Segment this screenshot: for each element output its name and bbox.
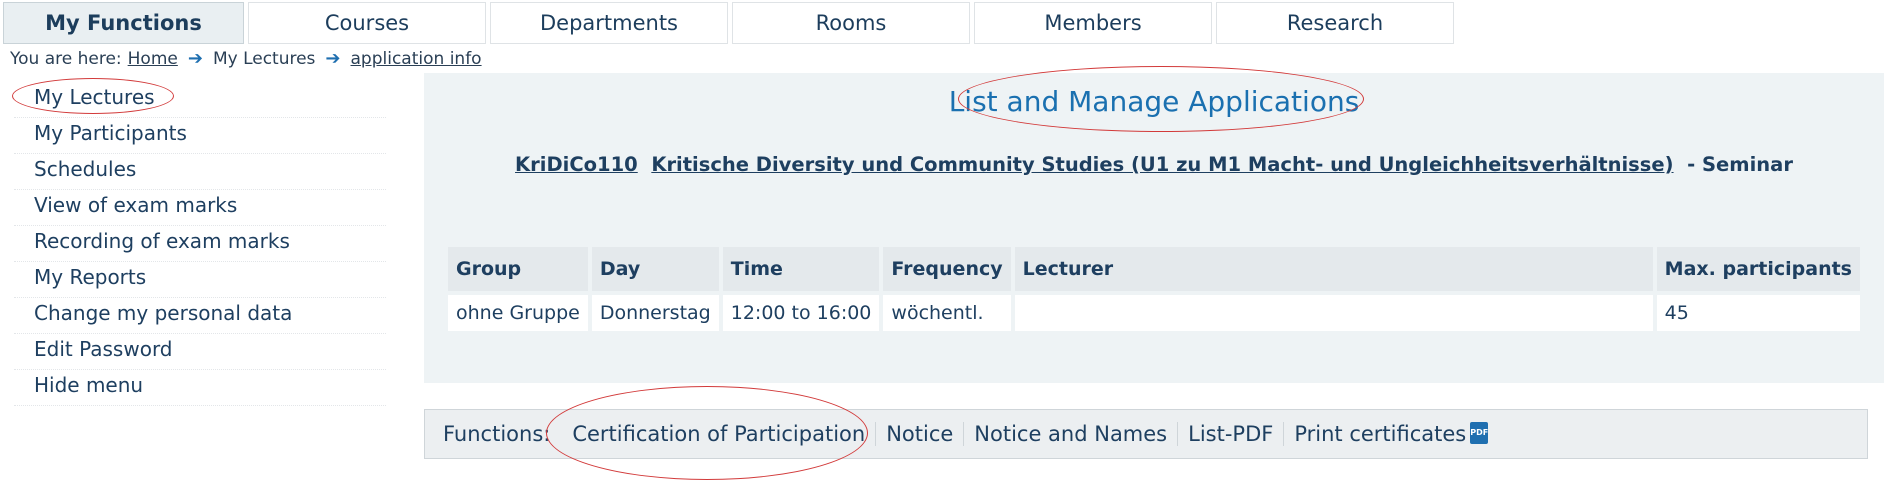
col-header-group: Group [448,247,588,291]
col-header-frequency: Frequency [883,247,1011,291]
cell-frequency: wöchentl. [883,295,1011,331]
course-title-link[interactable]: Kritische Diversity und Community Studie… [651,153,1673,176]
col-header-max-participants: Max. participants [1656,247,1860,291]
cell-group: ohne Gruppe [448,295,588,331]
col-header-day: Day [591,247,719,291]
tab-departments[interactable]: Departments [490,2,728,44]
sidebar-item-recording-exam-marks[interactable]: Recording of exam marks [14,226,386,262]
notice-and-names-link[interactable]: Notice and Names [964,422,1179,446]
course-heading: KriDiCo110 Kritische Diversity und Commu… [424,153,1884,176]
schedule-table: Group Day Time Frequency Lecturer Max. p… [444,243,1864,335]
sidebar-item-view-exam-marks[interactable]: View of exam marks [14,190,386,226]
course-code-link[interactable]: KriDiCo110 [515,153,638,176]
print-certificates-label: Print certificates [1294,422,1467,446]
arrow-right-icon: ➔ [325,48,341,69]
cell-time: 12:00 to 16:00 [722,295,880,331]
certification-of-participation-link[interactable]: Certification of Participation [562,422,877,446]
table-row: ohne Gruppe Donnerstag 12:00 to 16:00 wö… [448,295,1860,331]
breadcrumb-home-link[interactable]: Home [128,49,178,69]
page-title: List and Manage Applications [948,85,1360,118]
tab-my-functions[interactable]: My Functions [3,2,244,44]
functions-label: Functions: [443,422,551,446]
pdf-icon[interactable]: PDF [1470,422,1489,444]
cell-lecturer [1014,295,1653,331]
sidebar-item-change-personal-data[interactable]: Change my personal data [14,298,386,334]
breadcrumb-prefix: You are here: [10,48,122,69]
tab-courses[interactable]: Courses [248,2,486,44]
tab-research[interactable]: Research [1216,2,1454,44]
table-header-row: Group Day Time Frequency Lecturer Max. p… [448,247,1860,291]
list-pdf-link[interactable]: List-PDF [1178,422,1285,446]
arrow-right-icon: ➔ [187,48,203,69]
breadcrumb-my-lectures: My Lectures [212,48,316,69]
sidebar-item-my-reports[interactable]: My Reports [14,262,386,298]
sidebar-menu: My Lectures My Participants Schedules Vi… [14,82,386,406]
tab-members[interactable]: Members [974,2,1212,44]
functions-bar: Functions: Certification of Participatio… [424,409,1868,459]
cell-max-participants: 45 [1656,295,1860,331]
col-header-time: Time [722,247,880,291]
print-certificates-link[interactable]: Print certificates PDF [1284,422,1498,446]
tab-rooms[interactable]: Rooms [732,2,970,44]
sidebar-item-my-participants[interactable]: My Participants [14,118,386,154]
main-panel: List and Manage Applications KriDiCo110 … [424,73,1884,383]
notice-link[interactable]: Notice [876,422,965,446]
col-header-lecturer: Lecturer [1014,247,1653,291]
sidebar-item-edit-password[interactable]: Edit Password [14,334,386,370]
sidebar-item-hide-menu[interactable]: Hide menu [14,370,386,406]
course-type: - Seminar [1687,153,1793,176]
cell-day: Donnerstag [591,295,719,331]
breadcrumb: You are here: Home ➔ My Lectures ➔ appli… [10,48,482,69]
sidebar-item-schedules[interactable]: Schedules [14,154,386,190]
breadcrumb-application-info-link[interactable]: application info [351,49,482,69]
sidebar-item-my-lectures[interactable]: My Lectures [14,82,386,118]
